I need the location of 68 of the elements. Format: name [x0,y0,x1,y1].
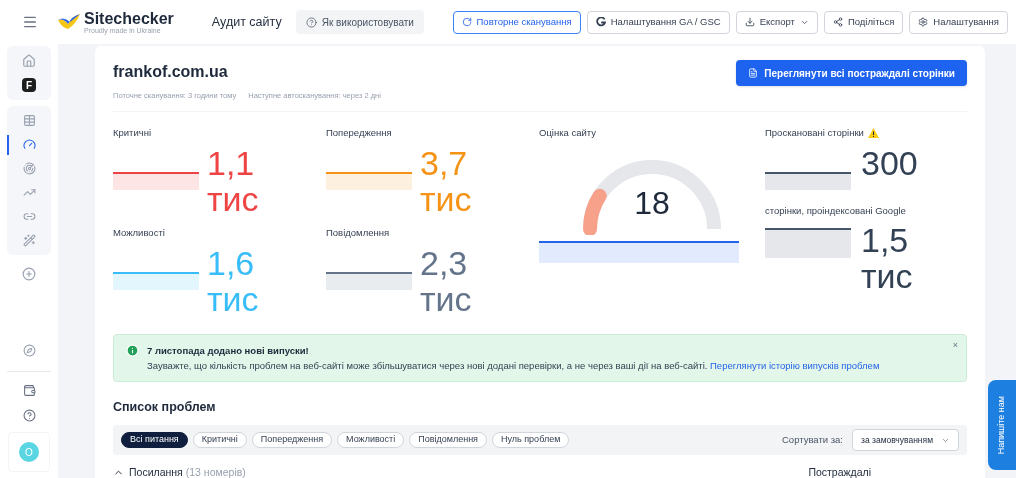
section-title: Список проблем [113,399,217,417]
filter-chip[interactable]: Попередження [251,432,333,448]
refresh-icon [461,17,472,27]
filter-chip[interactable]: Можливості [337,432,405,448]
gauge-icon[interactable] [22,138,36,151]
project-badge[interactable]: F [22,78,36,92]
group-title[interactable]: Посилання [129,465,183,478]
page-title: Аудит сайту [211,13,282,31]
table-icon[interactable] [22,114,36,127]
toolbar-button[interactable]: Налаштування [909,10,1008,34]
compass-icon[interactable] [22,344,36,357]
link-icon[interactable] [22,210,36,223]
column-header: Постраждалі [808,465,871,478]
toolbar-button[interactable]: Налаштування GA / GSC [586,10,730,34]
logo-text: Sitechecker [84,10,174,27]
pages-unit: тис [861,257,913,294]
metric-value: 1,1 [207,144,256,181]
metric-value: 2,3 [420,244,469,281]
sort-select[interactable]: за замовчуванням [852,429,959,451]
google-icon [595,17,606,27]
menu-icon[interactable] [22,14,38,30]
wallet-icon[interactable] [22,384,36,397]
sort-label: Сортувати за: [782,432,843,447]
info-icon [126,344,139,358]
close-button[interactable]: × [952,341,958,351]
metric-unit: тис [420,280,472,317]
filter-chip[interactable]: Критичні [192,432,247,448]
document-icon [748,68,759,78]
filter-chip[interactable]: Нуль проблем [492,432,570,448]
metric-unit: тис [207,280,259,317]
group-count: (13 номерів) [185,465,246,478]
help-icon[interactable] [22,409,36,422]
toolbar-button[interactable]: Повторне сканування [452,10,581,34]
filter-chip[interactable]: Повідомлення [409,432,487,448]
logo-icon [58,14,80,30]
pages-value: 1,5 [861,221,910,258]
pages-label: Проскановані сторінки [765,126,864,141]
metric-label: Попередження [326,126,393,141]
metric-unit: тис [420,180,472,217]
score-label: Оцінка сайту [539,126,598,141]
download-icon [744,17,755,27]
pages-value: 300 [861,144,918,181]
share-icon [832,17,843,27]
pages-label: сторінки, проіндексовані Google [765,203,906,218]
score-value: 18 [633,186,671,219]
toolbar-button[interactable]: Поділіться [823,10,904,34]
history-link[interactable]: Переглянути історію випусків проблем [710,360,880,372]
settings-icon [918,17,929,27]
metric-label: Повідомлення [326,226,391,241]
home-icon[interactable] [22,54,36,68]
notice-text: Зауважте, що кількість проблем на веб-сайті може збільшуватися через нові додані перевірки, а не через ваші дії на веб-сайті. Переглянути історію випусків проблем [147,359,880,374]
trend-icon[interactable] [22,186,36,199]
metric-unit: тис [207,180,259,217]
notice-title: 7 листопада додано нові випуски! [147,344,310,359]
wand-icon[interactable] [22,234,36,247]
help-icon [305,16,317,28]
help-button[interactable]: Як використовувати [295,10,424,34]
toolbar-button[interactable]: Експорт [735,10,818,34]
metric-value: 3,7 [420,144,469,181]
metric-value: 1,6 [207,244,256,281]
radar-icon[interactable] [22,162,36,175]
chat-button[interactable]: Напишіте нам [988,380,1016,470]
plus-icon[interactable] [22,267,36,281]
metric-label: Критичні [113,126,153,141]
metric-label: Можливості [113,226,166,241]
view-pages-button[interactable]: Переглянути всі постраждалі сторінки [736,60,967,86]
site-domain: frankof.com.ua [113,62,229,82]
filter-chip[interactable]: Всі питання [121,432,188,448]
